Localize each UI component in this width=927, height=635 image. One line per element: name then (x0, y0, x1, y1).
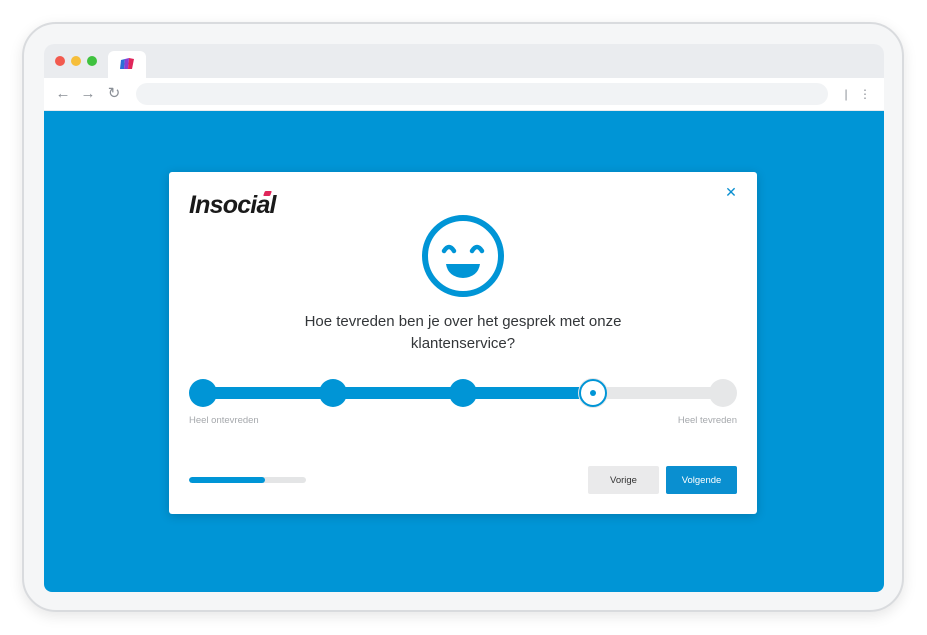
extension-divider-icon: | (844, 87, 848, 101)
scale-track-fill (203, 387, 593, 399)
window-close-dot[interactable] (55, 56, 65, 66)
page-viewport: Insocial ✕ Hoe tevreden ben je over het … (44, 111, 884, 592)
scale-stop-2[interactable] (319, 379, 347, 407)
survey-progress-bar (189, 477, 306, 483)
smiley-face-icon (422, 215, 504, 297)
window-minimize-dot[interactable] (71, 56, 81, 66)
close-icon[interactable]: ✕ (723, 184, 739, 200)
scale-min-label: Heel ontevreden (189, 415, 259, 426)
more-menu-icon[interactable]: ⋮ (859, 84, 871, 104)
scale-stop-4[interactable] (579, 379, 607, 407)
survey-question: Hoe tevreden ben je over het gesprek met… (263, 311, 663, 355)
browser-toolbar: ← → ↻ | ⋮ (44, 78, 884, 111)
back-arrow-icon[interactable]: ← (54, 84, 72, 104)
forward-arrow-icon[interactable]: → (79, 84, 97, 104)
scale-stop-3[interactable] (449, 379, 477, 407)
next-button[interactable]: Volgende (666, 466, 737, 494)
survey-modal: Insocial ✕ Hoe tevreden ben je over het … (169, 172, 757, 514)
window-maximize-dot[interactable] (87, 56, 97, 66)
scale-max-label: Heel tevreden (677, 415, 737, 426)
address-bar[interactable] (136, 83, 828, 105)
browser-tab[interactable] (108, 51, 146, 78)
question-line-2: klantenservice? (410, 335, 516, 352)
question-line-1: Hoe tevreden ben je over het gesprek met… (304, 313, 622, 330)
satisfaction-scale[interactable] (189, 378, 737, 408)
scale-stop-1[interactable] (189, 379, 217, 407)
survey-progress-fill (189, 477, 266, 483)
insocial-favicon-icon (120, 58, 134, 69)
reload-icon[interactable]: ↻ (105, 84, 123, 104)
scale-stop-5[interactable] (709, 379, 737, 407)
browser-window: ← → ↻ | ⋮ Insocial ✕ Hoe tevreden ben je… (44, 44, 884, 592)
tab-bar (44, 44, 884, 78)
previous-button[interactable]: Vorige (588, 466, 659, 494)
